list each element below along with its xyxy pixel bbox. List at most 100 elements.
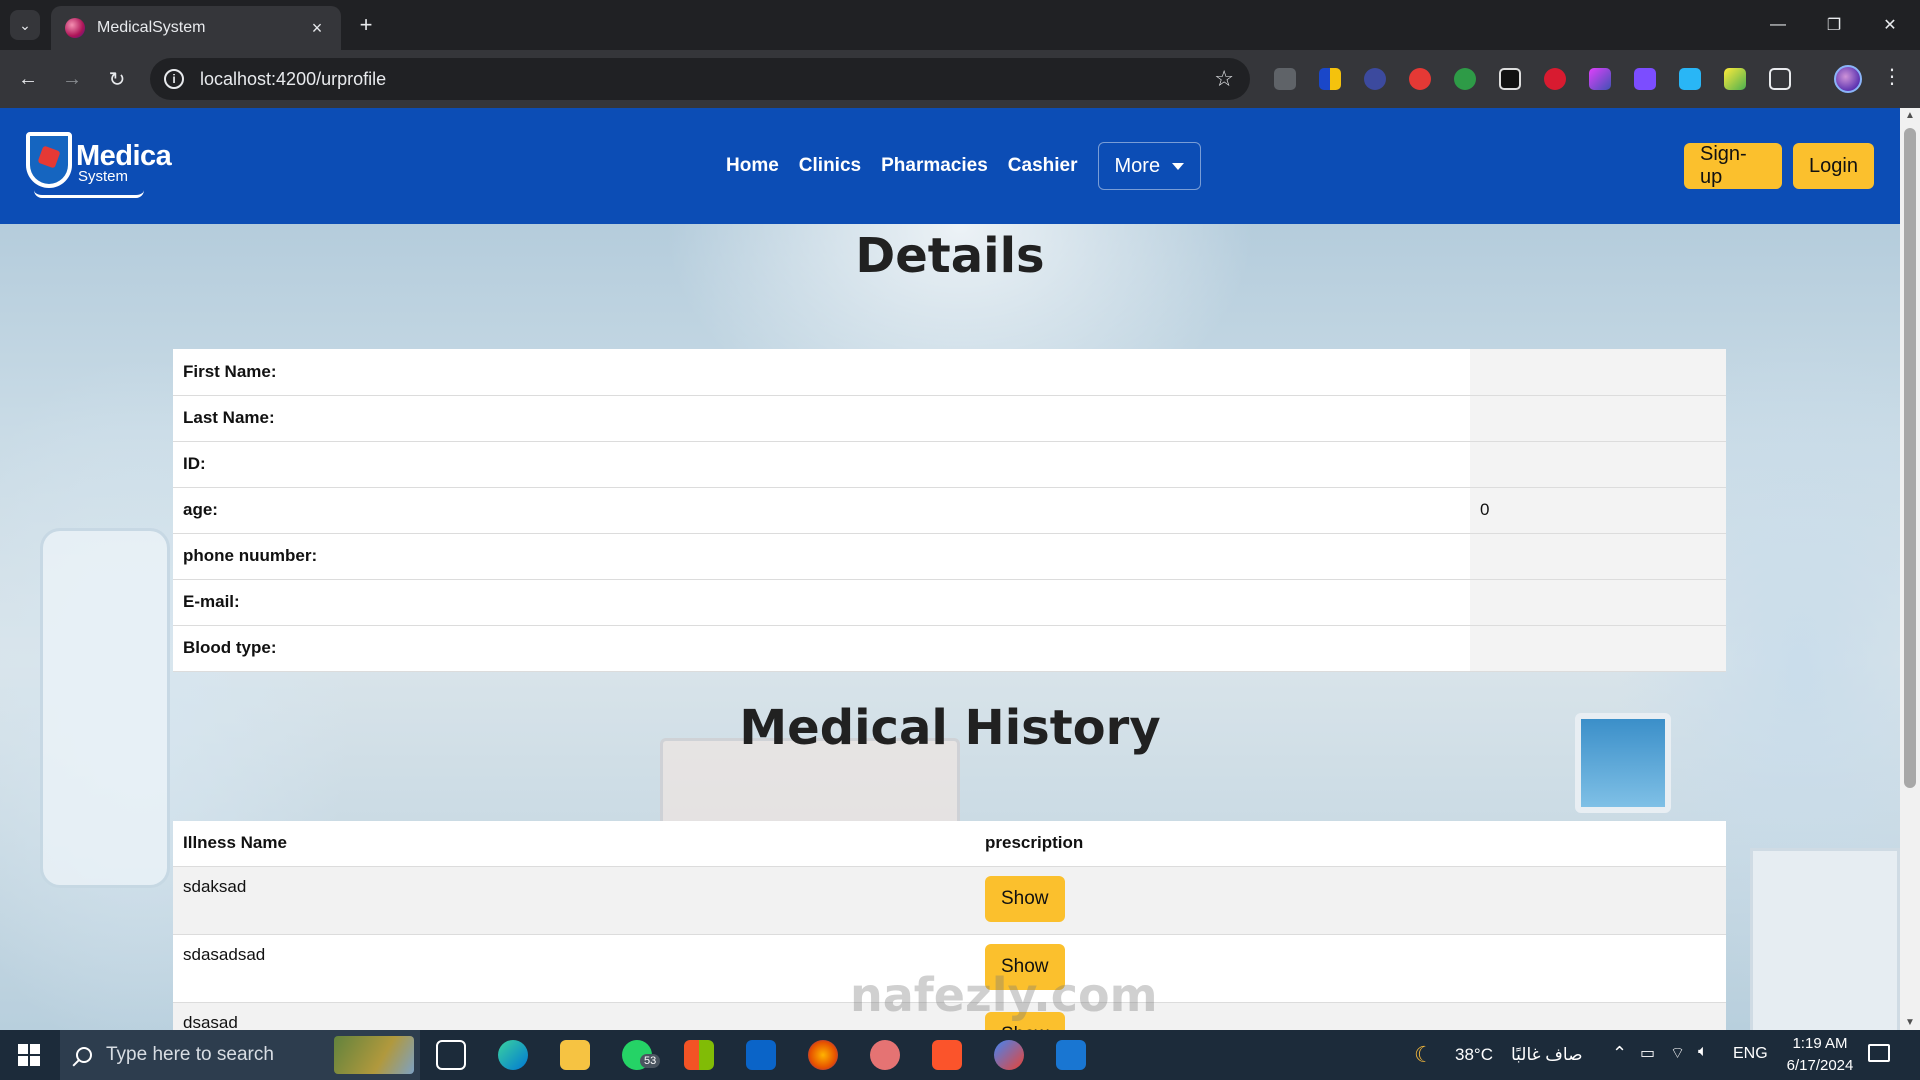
task-view-icon[interactable]: [436, 1040, 466, 1070]
weather-temperature[interactable]: 38°C: [1455, 1045, 1493, 1065]
weather-description[interactable]: صاف غالبًا: [1511, 1045, 1583, 1065]
browser-tab-active[interactable]: MedicalSystem ×: [51, 6, 341, 50]
volume-icon[interactable]: 🔈︎: [1698, 1043, 1708, 1061]
profile-avatar[interactable]: [1834, 65, 1862, 93]
details-row-label: E-mail:: [173, 579, 1470, 626]
chrome-icon[interactable]: [994, 1040, 1024, 1070]
illness-name-cell: sdaksad: [173, 866, 975, 935]
details-row: E-mail:: [173, 579, 1726, 626]
extension-cursor-icon[interactable]: [1364, 68, 1386, 90]
page-scrollbar[interactable]: ▲ ▼: [1900, 108, 1920, 1030]
scroll-up-icon[interactable]: ▲: [1900, 110, 1920, 121]
extension-hand-icon[interactable]: [1409, 68, 1431, 90]
details-row: Last Name:: [173, 395, 1726, 442]
prescription-cell: Show: [975, 866, 1726, 935]
nav-pharmacies[interactable]: Pharmacies: [881, 155, 988, 177]
login-button[interactable]: Login: [1793, 143, 1874, 189]
details-row-label: Blood type:: [173, 625, 1470, 672]
show-prescription-button[interactable]: Show: [985, 875, 1065, 922]
language-indicator[interactable]: ENG: [1733, 1045, 1768, 1063]
more-dropdown-button[interactable]: More: [1097, 142, 1202, 190]
details-row-value: [1470, 395, 1726, 442]
extensions-puzzle-icon[interactable]: [1769, 68, 1791, 90]
tab-close-icon[interactable]: ×: [307, 18, 327, 39]
nav-home[interactable]: Home: [726, 155, 779, 177]
minimize-button[interactable]: —: [1750, 0, 1806, 50]
site-menu: Home Clinics Pharmacies Cashier More: [726, 142, 1202, 190]
shield-logo-icon: [26, 132, 72, 188]
extension-leaf-icon[interactable]: [1724, 68, 1746, 90]
tray-chevron-up-icon[interactable]: ⌃: [1612, 1043, 1627, 1064]
address-bar[interactable]: i localhost:4200/urprofile ☆: [150, 58, 1250, 100]
restore-button[interactable]: ❐: [1806, 0, 1862, 50]
windows-start-icon[interactable]: [18, 1044, 40, 1066]
scroll-down-icon[interactable]: ▼: [1900, 1017, 1920, 1028]
col-prescription: prescription: [975, 821, 1726, 867]
extension-cloud-icon[interactable]: [1274, 68, 1296, 90]
search-icon: [76, 1047, 92, 1063]
col-illness-name: Illness Name: [173, 821, 975, 867]
taskbar-search-placeholder: Type here to search: [106, 1044, 274, 1065]
site-logo[interactable]: Medica System: [26, 132, 172, 200]
site-info-icon[interactable]: i: [164, 69, 184, 89]
extension-glasses-icon[interactable]: [1499, 68, 1521, 90]
taskbar-search[interactable]: Type here to search: [60, 1030, 420, 1080]
details-row: ID:: [173, 441, 1726, 488]
tab-title: MedicalSystem: [97, 19, 206, 36]
brave-browser-icon[interactable]: [932, 1040, 962, 1070]
details-row-label: First Name:: [173, 349, 1470, 396]
details-row-value: [1470, 441, 1726, 488]
more-label: More: [1114, 154, 1161, 177]
details-row-value: 0: [1470, 487, 1726, 534]
details-row-value: [1470, 579, 1726, 626]
new-tab-button[interactable]: +: [352, 11, 380, 39]
page-viewport: Medica System Home Clinics Pharmacies Ca…: [0, 108, 1920, 1030]
weather-moon-icon[interactable]: ☾: [1414, 1042, 1434, 1068]
clock-time[interactable]: 1:19 AM: [1785, 1035, 1855, 1052]
url-text[interactable]: localhost:4200/urprofile: [200, 69, 1214, 90]
nav-cashier[interactable]: Cashier: [1008, 155, 1078, 177]
firefox-icon[interactable]: [808, 1040, 838, 1070]
app-people-icon[interactable]: [870, 1040, 900, 1070]
scrollbar-thumb[interactable]: [1904, 128, 1916, 788]
details-row: First Name:: [173, 349, 1726, 396]
close-window-button[interactable]: ✕: [1862, 0, 1918, 50]
details-row-value: [1470, 349, 1726, 396]
site-favicon-icon: [65, 18, 85, 38]
app-window-icon[interactable]: [1056, 1040, 1086, 1070]
browser-toolbar: ← → ↻ i localhost:4200/urprofile ☆ ⋮: [0, 50, 1920, 108]
clock-date[interactable]: 6/17/2024: [1776, 1057, 1864, 1074]
extension-flag-icon[interactable]: [1319, 68, 1341, 90]
details-row-value: [1470, 625, 1726, 672]
notification-center-icon[interactable]: [1868, 1044, 1890, 1062]
extension-7x-purple-icon[interactable]: [1634, 68, 1656, 90]
browser-menu-icon[interactable]: ⋮: [1882, 64, 1902, 89]
microsoft-store-icon[interactable]: [684, 1040, 714, 1070]
wifi-icon[interactable]: ⌔: [1670, 1043, 1685, 1063]
extension-green-icon[interactable]: [1454, 68, 1476, 90]
extension-red-icon[interactable]: [1544, 68, 1566, 90]
reload-button[interactable]: ↻: [102, 64, 132, 94]
nav-clinics[interactable]: Clinics: [799, 155, 861, 177]
arrow-right-icon: →: [62, 67, 82, 90]
details-title: Details: [855, 228, 1045, 284]
mail-icon[interactable]: [746, 1040, 776, 1070]
edge-browser-icon[interactable]: [498, 1040, 528, 1070]
forward-button[interactable]: →: [57, 64, 87, 94]
details-row: age: 0: [173, 487, 1726, 534]
back-button[interactable]: ←: [13, 64, 43, 94]
extension-7x-blue-icon[interactable]: [1679, 68, 1701, 90]
signup-button[interactable]: Sign-up: [1684, 143, 1782, 189]
watermark-text: nafezly.com: [850, 968, 1158, 1022]
extension-brain-icon[interactable]: [1589, 68, 1611, 90]
battery-icon[interactable]: ▭: [1640, 1043, 1655, 1063]
chevron-down-icon: ⌄: [19, 16, 31, 33]
file-explorer-icon[interactable]: [560, 1040, 590, 1070]
tab-search-button[interactable]: ⌄: [10, 10, 40, 40]
history-header-row: Illness Name prescription: [173, 821, 1726, 867]
details-row: Blood type:: [173, 625, 1726, 672]
details-table: First Name: Last Name: ID: age: 0 phone nuumb…: [173, 349, 1726, 672]
caret-down-icon: [1172, 162, 1185, 170]
bookmark-star-icon[interactable]: ☆: [1214, 66, 1234, 92]
windows-taskbar: Type here to search 53 ☾ 38°C صاف غالبًا…: [0, 1030, 1920, 1080]
